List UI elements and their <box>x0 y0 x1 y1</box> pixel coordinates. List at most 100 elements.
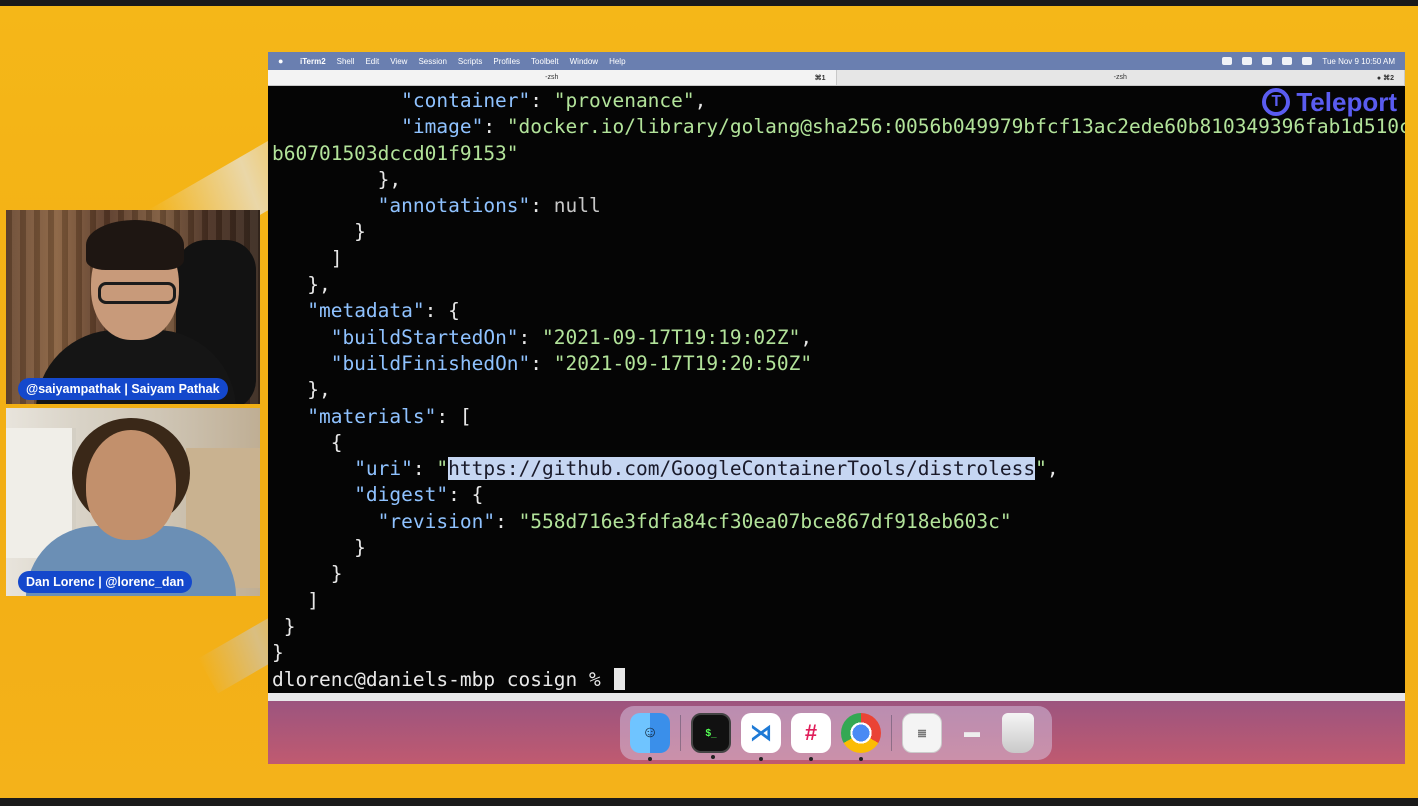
terminal-token: "2021-09-17T19:20:50Z" <box>553 351 813 375</box>
terminal-line: } <box>272 219 1405 245</box>
menu-shell[interactable]: Shell <box>337 57 355 66</box>
terminal-token: }, <box>272 167 402 191</box>
apple-icon[interactable]: ● <box>278 56 288 66</box>
terminal-line: }, <box>272 377 1405 403</box>
terminal-token: } <box>272 562 343 586</box>
tab-shortcut: ⌘1 <box>814 74 826 82</box>
terminal-token: "revision" <box>377 509 496 533</box>
terminal-line: }, <box>272 167 1405 193</box>
teleport-logo: T Teleport <box>1262 88 1397 116</box>
menu-app-name[interactable]: iTerm2 <box>300 57 326 66</box>
iterm-icon[interactable]: $_ <box>691 713 731 759</box>
menu-view[interactable]: View <box>390 57 407 66</box>
downloads-icon[interactable]: ▬ <box>952 713 992 753</box>
terminal-token: , <box>800 325 813 349</box>
terminal-token: } <box>272 641 284 665</box>
terminal-token: } <box>272 614 296 638</box>
vscode-icon[interactable]: ⋊ <box>741 713 781 761</box>
teleport-logo-icon: T <box>1262 88 1291 116</box>
terminal-token: : <box>530 194 554 218</box>
speaker-name-tag: Dan Lorenc | @lorenc_dan <box>18 571 193 593</box>
webcam-speaker-1: @saiyampathak | Saiyam Pathak <box>6 210 260 404</box>
status-app-icon[interactable] <box>1222 57 1233 65</box>
menu-session[interactable]: Session <box>418 57 446 66</box>
terminal-token: , <box>694 89 707 112</box>
terminal-token: "docker.io/library/golang@sha256:0056b04… <box>506 115 1405 139</box>
terminal-tab-bar: -zsh ⌘1 -zsh ● ⌘2 <box>268 70 1405 86</box>
dock-separator <box>891 715 892 751</box>
terminal-token: "buildFinishedOn" <box>330 351 531 375</box>
search-icon[interactable] <box>1282 57 1293 65</box>
terminal-line: "materials": [ <box>272 404 1405 430</box>
terminal-line: "buildStartedOn": "2021-09-17T19:19:02Z"… <box>272 325 1405 351</box>
stream-background: @saiyampathak | Saiyam Pathak Dan Lorenc… <box>0 6 1418 798</box>
menu-window[interactable]: Window <box>570 57 598 66</box>
mac-dock: ☺ $_ ⋊ # ≣ ▬ <box>620 706 1052 761</box>
terminal-line: } <box>272 535 1405 561</box>
menu-profiles[interactable]: Profiles <box>493 57 520 66</box>
glasses <box>98 282 176 304</box>
control-center-icon[interactable] <box>1302 57 1313 65</box>
terminal-line: "digest": { <box>272 482 1405 508</box>
terminal-token: "materials" <box>307 404 437 428</box>
terminal-token: , <box>1046 457 1059 481</box>
terminal-line: } <box>272 640 1405 666</box>
terminal-token: "2021-09-17T19:19:02Z" <box>542 325 801 349</box>
shell-prompt-line[interactable]: dlorenc@daniels-mbp cosign % <box>272 667 1405 693</box>
documents-icon[interactable]: ≣ <box>902 713 942 753</box>
terminal-token: "container" <box>401 89 531 112</box>
speaker-name-tag: @saiyampathak | Saiyam Pathak <box>18 378 228 400</box>
terminal-token: " <box>436 457 449 481</box>
menubar-clock[interactable]: Tue Nov 9 10:50 AM <box>1322 57 1395 66</box>
battery-icon[interactable] <box>1242 57 1253 65</box>
terminal-line: ] <box>272 246 1405 272</box>
running-indicator <box>759 757 763 761</box>
terminal-token: { <box>272 430 343 454</box>
tab-zsh-1[interactable]: -zsh ⌘1 <box>268 70 837 85</box>
menu-edit[interactable]: Edit <box>365 57 379 66</box>
terminal-token: b60701503dccd01f9153" <box>272 141 519 165</box>
terminal-token: : <box>495 509 519 533</box>
terminal-token: ] <box>272 246 343 270</box>
terminal-token: : [ <box>436 404 472 428</box>
tab-title: -zsh <box>545 74 559 81</box>
terminal-token: null <box>553 194 601 218</box>
trash-icon[interactable] <box>1002 713 1034 753</box>
chrome-icon[interactable] <box>841 713 881 761</box>
menu-toolbelt[interactable]: Toolbelt <box>531 57 559 66</box>
running-indicator <box>648 757 652 761</box>
terminal-token: "annotations" <box>377 194 531 218</box>
window-bottom-edge[interactable] <box>268 693 1405 701</box>
finder-glyph: ☺ <box>641 724 659 741</box>
menu-scripts[interactable]: Scripts <box>458 57 482 66</box>
terminal-line: } <box>272 614 1405 640</box>
terminal-line: "uri": "https://github.com/GoogleContain… <box>272 456 1405 482</box>
terminal-line: "annotations": null <box>272 193 1405 219</box>
terminal-token: "558d716e3fdfa84cf30ea07bce867df918eb603… <box>518 509 1012 533</box>
menu-help[interactable]: Help <box>609 57 625 66</box>
vscode-glyph: ⋊ <box>750 720 772 745</box>
terminal-token: "uri" <box>354 457 413 481</box>
terminal-token: : { <box>448 483 484 507</box>
teleport-wordmark: Teleport <box>1296 86 1397 117</box>
tab-zsh-2[interactable]: -zsh ● ⌘2 <box>837 70 1405 85</box>
tab-shortcut: ● ⌘2 <box>1376 74 1394 82</box>
terminal-output[interactable]: T Teleport "container": "provenance", "i… <box>268 86 1405 693</box>
selected-text: https://github.com/GoogleContainerTools/… <box>448 457 1036 481</box>
slack-icon[interactable]: # <box>791 713 831 761</box>
terminal-line: b60701503dccd01f9153" <box>272 141 1405 167</box>
finder-icon[interactable]: ☺ <box>630 713 670 761</box>
iterm-glyph: $_ <box>705 727 717 739</box>
terminal-line: "container": "provenance", <box>272 88 1405 114</box>
wifi-icon[interactable] <box>1262 57 1273 65</box>
terminal-token: "buildStartedOn" <box>330 325 519 349</box>
terminal-token: " <box>1035 457 1047 481</box>
